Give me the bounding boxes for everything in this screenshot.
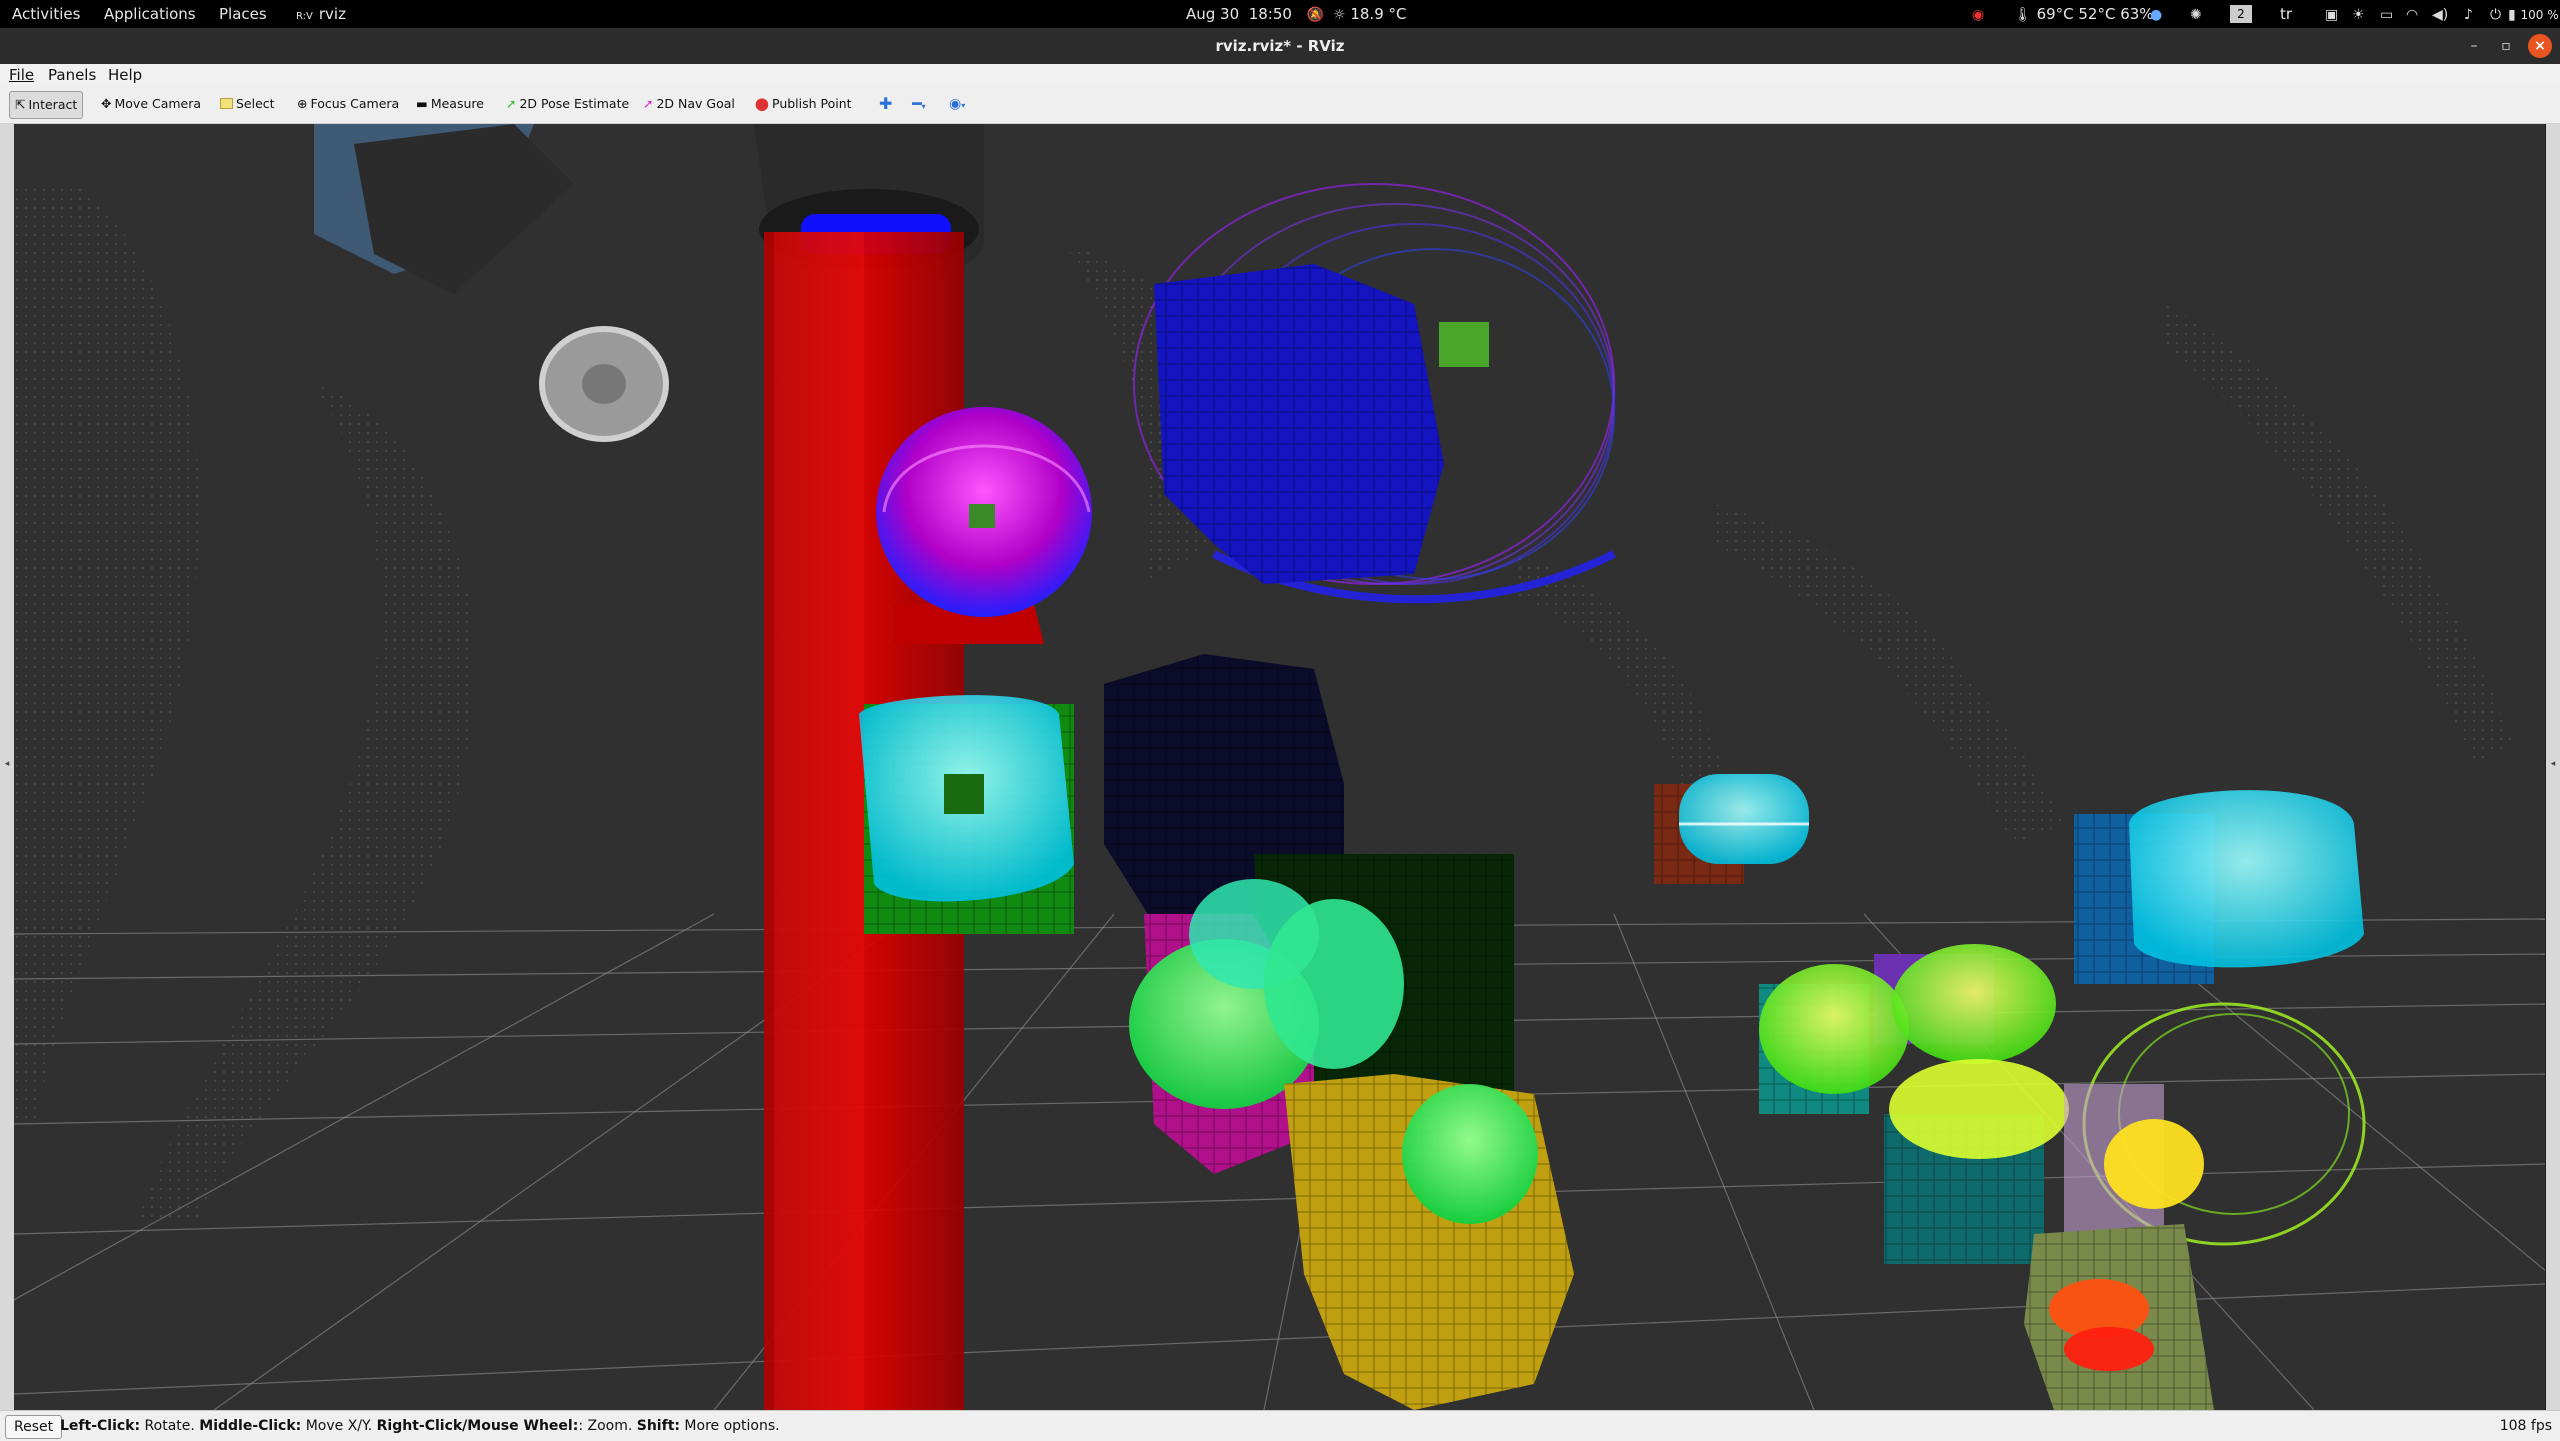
alert-icon: ◉ <box>1972 7 1985 23</box>
clock-time: 18:50 <box>1248 5 1292 23</box>
activities-button[interactable]: Activities <box>12 0 80 28</box>
status-bar: Reset Left-Click: Rotate. Middle-Click: … <box>0 1410 2560 1441</box>
tool-publish-point[interactable]: ⬤ Publish Point <box>750 91 857 117</box>
tool-2d-nav-goal-label: 2D Nav Goal <box>656 96 735 111</box>
magenta-arrow-icon: ➚ <box>643 96 654 111</box>
window-title: rviz.rviz* - RViz <box>1215 37 1345 55</box>
tool-focus-camera-label: Focus Camera <box>310 96 400 111</box>
tool-move-camera-label: Move Camera <box>114 96 202 111</box>
right-panel-collapsed[interactable]: ◂ <box>2546 124 2560 1410</box>
move-camera-icon: ✥ <box>101 96 112 111</box>
tool-select[interactable]: Select <box>215 91 280 117</box>
volume-icon[interactable]: ◀) <box>2432 0 2448 28</box>
sensors-readout: 69°C 52°C 63% <box>2036 5 2154 23</box>
screen-icon[interactable]: ▭ <box>2380 0 2393 28</box>
power-icon[interactable]: ⏻ <box>2490 0 2501 28</box>
remove-tool-icon[interactable]: ━▾ <box>907 91 931 117</box>
cyan-pepper-small <box>1654 774 1809 884</box>
clipboard-icon[interactable]: ▣ <box>2325 0 2338 28</box>
help-desc-1: Rotate. <box>140 1418 200 1434</box>
app-menu-label: rviz <box>318 5 346 23</box>
wifi-icon[interactable]: ◠ <box>2406 0 2418 28</box>
map-pin-icon: ⬤ <box>755 96 769 111</box>
magenta-pepper <box>876 407 1092 644</box>
weather-temperature: 18.9 °C <box>1350 5 1407 23</box>
help-key-3: Right-Click/Mouse Wheel: <box>376 1418 579 1434</box>
tool-move-camera[interactable]: ✥ Move Camera <box>96 91 206 117</box>
places-menu[interactable]: Places <box>219 0 267 28</box>
fps-counter: 108 fps <box>2499 1418 2552 1434</box>
clock[interactable]: Aug 30 18:50 🔕 <box>1186 0 1324 28</box>
help-desc-2: Move X/Y. <box>301 1418 377 1434</box>
app-menu[interactable]: R:V rviz <box>296 0 346 28</box>
tool-measure-label: Measure <box>430 96 484 111</box>
tool-measure[interactable]: ▬ Measure <box>411 91 489 117</box>
red-pepper-bottom <box>2024 1224 2214 1410</box>
green-arrow-icon: ➚ <box>506 96 517 111</box>
notifications-muted-icon: 🔕 <box>1306 7 1325 23</box>
globe-icon[interactable]: ● <box>2150 0 2162 28</box>
menu-panels[interactable]: Panels <box>48 64 96 86</box>
night-light-icon[interactable]: ☀ <box>2352 0 2365 28</box>
expand-right-icon: ◂ <box>2550 759 2556 769</box>
maximize-button[interactable]: ▫ <box>2494 34 2518 58</box>
keyboard-layout[interactable]: tr <box>2280 0 2292 28</box>
battery-level: 100 % <box>2520 8 2559 22</box>
tool-focus-camera[interactable]: ⊕ Focus Camera <box>292 91 404 117</box>
tool-properties-icon[interactable]: ◉▾ <box>944 91 970 117</box>
ruler-icon: ▬ <box>416 96 428 111</box>
thermometer-icon: 🌡 <box>2014 7 2032 23</box>
battery-indicator[interactable]: ▮ 100 % <box>2508 0 2559 28</box>
rviz-app-icon: R:V <box>296 11 313 22</box>
cursor-icon: ⇱ <box>15 97 26 112</box>
help-desc-4: More options. <box>679 1418 780 1434</box>
menu-bar: File Panels Help <box>0 64 2560 86</box>
cyan-pepper-right <box>2074 790 2364 984</box>
sensors-indicator[interactable]: 🌡 69°C 52°C 63% <box>2014 0 2154 28</box>
scene-3d <box>14 124 2545 1410</box>
applications-menu[interactable]: Applications <box>104 0 196 28</box>
minimize-button[interactable]: – <box>2462 34 2486 58</box>
focus-camera-icon: ⊕ <box>297 96 308 111</box>
workspace-indicator[interactable]: 2 <box>2230 5 2252 23</box>
add-tool-icon[interactable]: ✚ <box>874 91 897 117</box>
clock-date: Aug 30 <box>1186 5 1240 23</box>
close-button[interactable]: × <box>2528 34 2552 58</box>
help-desc-3: : Zoom. <box>578 1418 637 1434</box>
tool-2d-nav-goal[interactable]: ➚ 2D Nav Goal <box>638 91 740 117</box>
tool-publish-point-label: Publish Point <box>772 96 852 111</box>
mouse-help-text: Left-Click: Rotate. Middle-Click: Move X… <box>60 1411 780 1441</box>
left-panel-collapsed[interactable]: ◂ <box>0 124 14 1410</box>
render-viewport[interactable] <box>14 124 2545 1410</box>
tool-interact-label: Interact <box>28 97 78 112</box>
tool-2d-pose-estimate-label: 2D Pose Estimate <box>519 96 630 111</box>
weather-icon: ☼ <box>1333 7 1346 23</box>
system-top-bar: Activities Applications Places R:V rviz A… <box>0 0 2560 28</box>
lime-sphere <box>2064 1002 2366 1254</box>
expand-left-icon: ◂ <box>4 759 10 769</box>
tool-select-label: Select <box>236 96 275 111</box>
lime-pepper-cluster <box>1759 944 2069 1264</box>
system-monitor-indicator[interactable]: ◉ <box>1972 0 1984 28</box>
menu-help[interactable]: Help <box>108 64 142 86</box>
weather-indicator[interactable]: ☼ 18.9 °C <box>1333 0 1406 28</box>
window-title-bar[interactable]: rviz.rviz* - RViz – ▫ × <box>0 28 2560 65</box>
help-key-4: Shift: <box>636 1418 680 1434</box>
help-key-1: Left-Click: <box>60 1418 141 1434</box>
brightness-icon[interactable]: ✺ <box>2190 0 2202 28</box>
battery-icon: ▮ <box>2508 7 2516 23</box>
microphone-icon[interactable]: ♪ <box>2464 0 2473 28</box>
help-key-2: Middle-Click: <box>199 1418 302 1434</box>
menu-file[interactable]: File <box>9 64 34 86</box>
reset-button[interactable]: Reset <box>5 1415 63 1439</box>
select-icon <box>220 98 233 109</box>
cyan-pepper-left <box>859 695 1074 934</box>
yellow-voxels <box>1284 1074 1574 1410</box>
tool-interact[interactable]: ⇱ Interact <box>9 91 84 119</box>
tool-bar: ⇱ Interact ✥ Move Camera Select ⊕ Focus Cam… <box>0 86 2560 124</box>
tool-2d-pose-estimate[interactable]: ➚ 2D Pose Estimate <box>501 91 634 117</box>
